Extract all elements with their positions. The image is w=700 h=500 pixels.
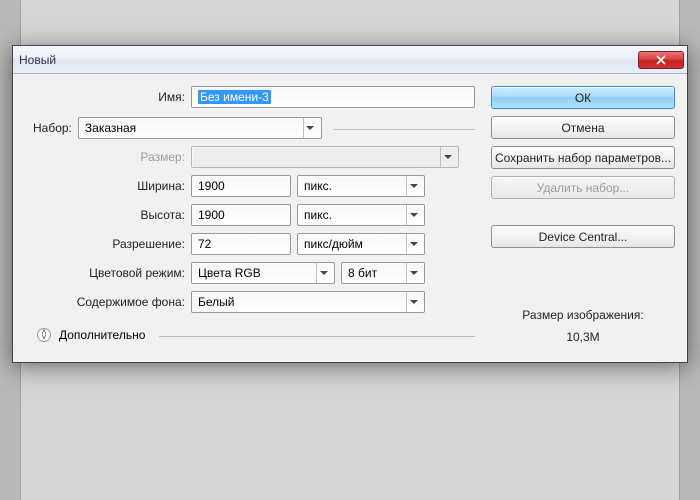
advanced-label: Дополнительно — [59, 328, 145, 342]
name-input[interactable]: Без имени-3 — [191, 86, 475, 108]
colormode-dropdown[interactable]: Цвета RGB — [191, 262, 335, 284]
height-unit-dropdown[interactable]: пикс. — [297, 204, 425, 226]
image-size-info: Размер изображения: 10,3М — [491, 305, 675, 348]
device-central-button[interactable]: Device Central... — [491, 225, 675, 248]
height-label: Высота: — [25, 208, 185, 222]
preset-value: Заказная — [85, 121, 136, 135]
background-dropdown[interactable]: Белый — [191, 291, 425, 313]
bits-dropdown[interactable]: 8 бит — [341, 262, 425, 284]
resolution-unit-value: пикс/дюйм — [304, 237, 363, 251]
height-input[interactable]: 1900 — [191, 204, 291, 226]
name-row: Имя: Без имени-3 — [25, 86, 475, 108]
resolution-input[interactable]: 72 — [191, 233, 291, 255]
chevron-down-icon — [406, 263, 420, 283]
delete-preset-button: Удалить набор... — [491, 176, 675, 199]
spacer — [491, 206, 675, 218]
width-input[interactable]: 1900 — [191, 175, 291, 197]
chevron-down-icon — [303, 118, 317, 138]
close-button[interactable] — [638, 51, 684, 69]
app-backdrop: Новый Имя: Без имени-3 Набор: Заказная — [0, 0, 700, 500]
advanced-row[interactable]: ˄˅ Дополнительно — [25, 328, 475, 342]
titlebar: Новый — [13, 46, 687, 74]
cancel-button[interactable]: Отмена — [491, 116, 675, 139]
dialog-body: Имя: Без имени-3 Набор: Заказная Размер: — [13, 74, 687, 362]
chevron-down-icon — [440, 147, 454, 167]
preset-dropdown[interactable]: Заказная — [78, 117, 322, 139]
size-row: Размер: — [25, 146, 475, 168]
image-size-label: Размер изображения: — [491, 305, 675, 327]
expand-collapse-icon: ˄˅ — [37, 328, 51, 342]
width-unit-value: пикс. — [304, 179, 332, 193]
save-preset-button[interactable]: Сохранить набор параметров... — [491, 146, 675, 169]
chevron-down-icon — [406, 234, 420, 254]
close-icon — [656, 55, 666, 65]
resolution-row: Разрешение: 72 пикс/дюйм — [25, 233, 475, 255]
window-title: Новый — [19, 53, 638, 67]
background-value: Белый — [198, 295, 234, 309]
image-size-value: 10,3М — [491, 327, 675, 349]
height-row: Высота: 1900 пикс. — [25, 204, 475, 226]
preset-label: Набор: — [33, 121, 72, 135]
ok-button[interactable]: ОК — [491, 86, 675, 109]
resolution-label: Разрешение: — [25, 237, 185, 251]
width-unit-dropdown[interactable]: пикс. — [297, 175, 425, 197]
chevron-down-icon — [406, 205, 420, 225]
name-label: Имя: — [25, 90, 185, 104]
preset-row: Набор: Заказная — [25, 117, 475, 139]
size-label: Размер: — [25, 150, 185, 164]
fieldset-rule — [159, 336, 475, 337]
name-value: Без имени-3 — [198, 90, 271, 104]
chevron-down-icon — [316, 263, 330, 283]
width-label: Ширина: — [25, 179, 185, 193]
new-document-dialog: Новый Имя: Без имени-3 Набор: Заказная — [12, 45, 688, 363]
background-row: Содержимое фона: Белый — [25, 291, 475, 313]
bits-value: 8 бит — [348, 266, 377, 280]
size-dropdown — [191, 146, 459, 168]
background-label: Содержимое фона: — [25, 295, 185, 309]
colormode-row: Цветовой режим: Цвета RGB 8 бит — [25, 262, 475, 284]
colormode-value: Цвета RGB — [198, 266, 261, 280]
chevron-down-icon — [406, 292, 420, 312]
resolution-unit-dropdown[interactable]: пикс/дюйм — [297, 233, 425, 255]
width-row: Ширина: 1900 пикс. — [25, 175, 475, 197]
action-panel: ОК Отмена Сохранить набор параметров... … — [491, 86, 675, 348]
settings-panel: Имя: Без имени-3 Набор: Заказная Размер: — [25, 86, 475, 348]
fieldset-rule — [334, 129, 475, 130]
chevron-down-icon — [406, 176, 420, 196]
colormode-label: Цветовой режим: — [25, 266, 185, 280]
height-unit-value: пикс. — [304, 208, 332, 222]
